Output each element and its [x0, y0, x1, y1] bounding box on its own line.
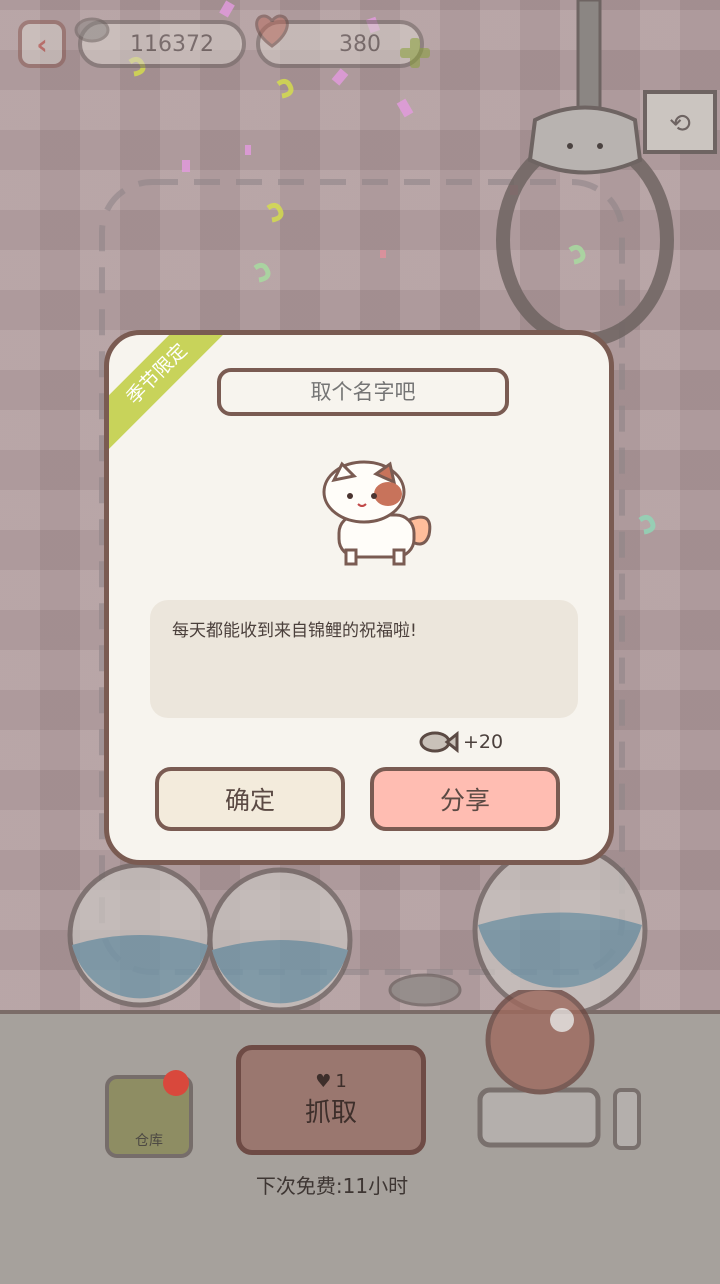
plus-icon	[400, 38, 430, 68]
calico-cat-image	[322, 460, 432, 566]
heart-icon	[255, 14, 289, 48]
claw-machine-hook: ⟲	[496, 0, 717, 347]
share-button[interactable]: 分享	[370, 767, 560, 831]
chevron-left-icon: ‹	[36, 27, 48, 61]
joystick[interactable]	[470, 990, 660, 1160]
grab-label: 抓取	[304, 1098, 357, 1128]
refresh-icon: ⟲	[669, 109, 691, 139]
back-button[interactable]: ‹	[18, 20, 66, 68]
pet-name-input[interactable]	[217, 368, 509, 416]
heart-small-icon: ♥	[315, 1071, 332, 1092]
fish-count: 116372	[130, 31, 214, 57]
fish-icon	[74, 17, 110, 43]
new-pet-dialog: 季节限定 每天都能收到来自锦鲤的祝福啦! +20 确定 分享	[104, 330, 614, 865]
grab-cost: 1	[335, 1071, 347, 1092]
heart-count: 380	[339, 31, 381, 57]
reward-amount: +20	[463, 731, 504, 753]
pet-description: 每天都能收到来自锦鲤的祝福啦!	[150, 600, 578, 718]
fish-icon	[419, 730, 459, 754]
add-currency-button[interactable]	[398, 36, 432, 70]
storage-label: 仓库	[135, 1133, 163, 1149]
free-timer: 下次免费:11小时	[255, 1174, 409, 1198]
reward: +20	[419, 729, 503, 755]
notification-dot	[163, 1070, 189, 1096]
grab-button[interactable]: ♥ 1 抓取	[236, 1045, 426, 1155]
confirm-button[interactable]: 确定	[155, 767, 345, 831]
